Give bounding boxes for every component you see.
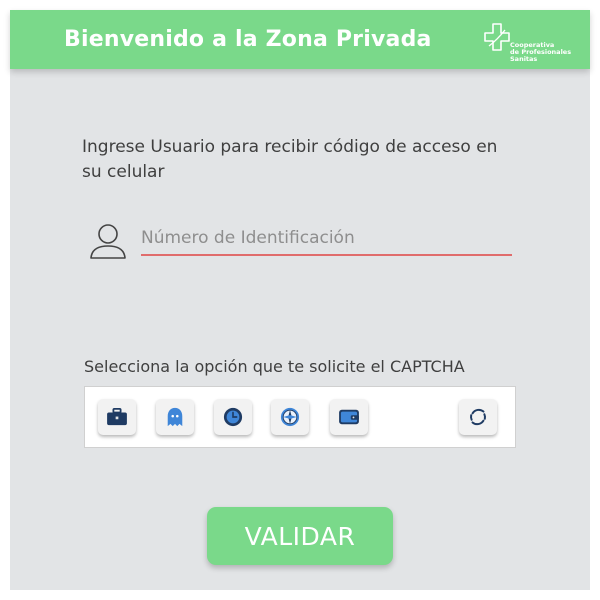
intro-text: Ingrese Usuario para recibir código de a… [82,137,498,182]
captcha-option-compass[interactable] [271,399,309,435]
captcha-option-ghost[interactable] [156,399,194,435]
briefcase-icon [107,408,127,426]
wallet-icon [339,409,359,425]
page-title: Bienvenido a la Zona Privada [64,27,432,52]
captcha-box [84,386,516,448]
refresh-icon [470,408,486,426]
header-bar: Bienvenido a la Zona Privada Cooperativa… [10,10,590,69]
compass-icon [280,407,300,427]
ghost-icon [167,407,183,427]
captcha-refresh-button[interactable] [459,399,497,435]
user-icon [90,224,126,259]
logo-text: Cooperativa de Profesionales Sanitas [510,42,571,63]
identification-input[interactable] [141,222,512,256]
cross-logo-icon [484,23,510,51]
login-panel [10,10,590,590]
cooperative-logo: Cooperativa de Profesionales Sanitas [484,18,584,66]
validate-button[interactable]: VALIDAR [207,507,393,565]
clock-icon [223,407,243,427]
captcha-option-wallet[interactable] [330,399,368,435]
logo-line-3: Sanitas [510,55,538,63]
captcha-option-clock[interactable] [214,399,252,435]
captcha-label: Selecciona la opción que te solicite el … [84,357,465,376]
captcha-option-briefcase[interactable] [98,399,136,435]
